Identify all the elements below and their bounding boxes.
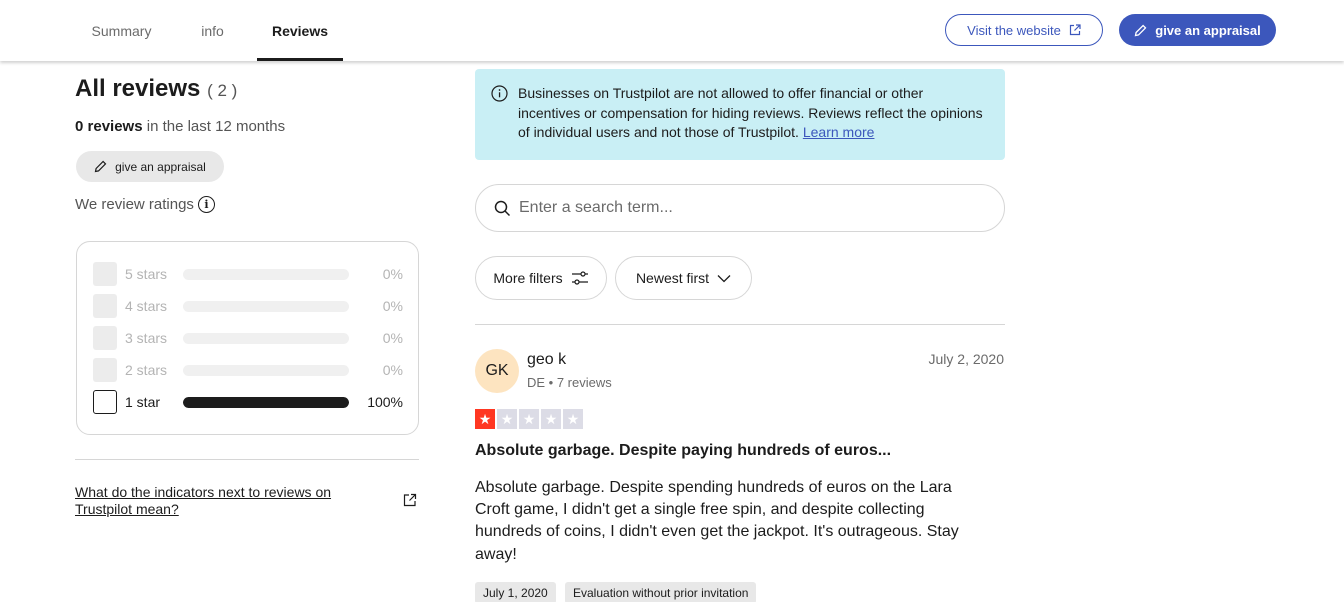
filter-sliders-icon bbox=[571, 271, 588, 285]
trustpilot-notice: Businesses on Trustpilot are not allowed… bbox=[475, 69, 1005, 160]
tab-summary[interactable]: Summary bbox=[75, 0, 168, 61]
rating-label: 3 stars bbox=[125, 330, 168, 346]
search-input[interactable] bbox=[519, 199, 959, 217]
last-12-suffix: in the last 12 months bbox=[146, 118, 286, 135]
all-reviews-title: All reviews bbox=[75, 75, 201, 102]
tab-info[interactable]: info bbox=[185, 0, 240, 61]
rating-checkbox[interactable] bbox=[93, 390, 117, 414]
experience-date-tag: July 1, 2020 bbox=[475, 582, 556, 602]
rating-label: 2 stars bbox=[125, 362, 168, 378]
learn-more-link[interactable]: Learn more bbox=[803, 124, 875, 140]
rating-bar-fill bbox=[183, 396, 349, 408]
rating-bar bbox=[183, 268, 349, 280]
notice-body: Businesses on Trustpilot are not allowed… bbox=[518, 85, 983, 140]
info-icon bbox=[491, 85, 508, 102]
top-bar: Summary info Reviews Visit the website g… bbox=[0, 0, 1344, 61]
visit-website-label: Visit the website bbox=[967, 22, 1061, 38]
invitation-tag: Evaluation without prior invitation bbox=[565, 582, 757, 602]
reviewer-name[interactable]: geo k bbox=[527, 351, 566, 369]
divider bbox=[75, 459, 419, 460]
rating-percent: 100% bbox=[367, 394, 403, 410]
reviewer-meta: DE • 7 reviews bbox=[527, 375, 612, 390]
rating-percent: 0% bbox=[382, 330, 403, 346]
review-count: ( 2 ) bbox=[207, 81, 238, 100]
external-link-icon bbox=[1069, 24, 1081, 36]
more-filters-label: More filters bbox=[493, 270, 563, 286]
rating-label: 5 stars bbox=[125, 266, 168, 282]
rating-checkbox[interactable] bbox=[93, 294, 117, 318]
rating-checkbox[interactable] bbox=[93, 262, 117, 286]
star-rating: ★ ★ ★ ★ ★ bbox=[475, 409, 583, 429]
notice-text: Businesses on Trustpilot are not allowed… bbox=[518, 84, 988, 143]
last-12-count: 0 bbox=[75, 118, 84, 135]
ratings-distribution: 5 stars 0% 4 stars 0% 3 stars 0% 2 stars 0% 1 st… bbox=[76, 241, 419, 435]
search-icon bbox=[494, 200, 511, 216]
star-icon: ★ bbox=[475, 409, 495, 429]
review-date: July 2, 2020 bbox=[928, 351, 1005, 367]
chevron-down-icon bbox=[717, 274, 731, 282]
pencil-icon bbox=[1134, 24, 1147, 36]
rating-bar bbox=[183, 300, 349, 312]
rating-bar bbox=[183, 396, 349, 408]
rating-percent: 0% bbox=[382, 266, 403, 282]
star-icon: ★ bbox=[541, 409, 561, 429]
all-reviews-heading: All reviews ( 2 ) bbox=[75, 75, 237, 103]
rating-percent: 0% bbox=[382, 362, 403, 378]
tab-reviews[interactable]: Reviews bbox=[257, 0, 343, 61]
review-title[interactable]: Absolute garbage. Despite paying hundred… bbox=[475, 442, 891, 460]
divider bbox=[475, 324, 1005, 325]
review-body: Absolute garbage. Despite spending hundr… bbox=[475, 479, 959, 563]
rating-label: 1 star bbox=[125, 394, 161, 410]
search-box bbox=[475, 184, 1005, 232]
star-icon: ★ bbox=[519, 409, 539, 429]
more-filters-button[interactable]: More filters bbox=[475, 256, 607, 300]
last-12-months-text: 0 reviews in the last 12 months bbox=[75, 118, 285, 135]
sort-label: Newest first bbox=[635, 270, 710, 286]
rating-row[interactable]: 2 stars 0% bbox=[93, 358, 403, 382]
give-appraisal-button[interactable]: give an appraisal bbox=[1119, 14, 1276, 46]
rating-bar bbox=[183, 332, 349, 344]
external-link-icon[interactable] bbox=[403, 493, 417, 507]
rating-row[interactable]: 3 stars 0% bbox=[93, 326, 403, 350]
sort-dropdown[interactable]: Newest first bbox=[615, 256, 752, 300]
star-icon: ★ bbox=[563, 409, 583, 429]
rating-row[interactable]: 4 stars 0% bbox=[93, 294, 403, 318]
star-icon: ★ bbox=[497, 409, 517, 429]
avatar[interactable]: GK bbox=[475, 349, 519, 393]
give-appraisal-small-label: give an appraisal bbox=[115, 159, 206, 174]
indicators-link[interactable]: What do the indicators next to reviews o… bbox=[75, 484, 375, 518]
rating-row[interactable]: 5 stars 0% bbox=[93, 262, 403, 286]
visit-website-button[interactable]: Visit the website bbox=[945, 14, 1103, 46]
we-review-label: We review ratings bbox=[75, 196, 194, 213]
rating-percent: 0% bbox=[382, 298, 403, 314]
give-appraisal-label: give an appraisal bbox=[1155, 22, 1261, 38]
we-review-ratings: We review ratings i bbox=[75, 196, 215, 213]
give-appraisal-small-button[interactable]: give an appraisal bbox=[76, 151, 224, 182]
info-icon[interactable]: i bbox=[197, 196, 215, 213]
rating-row[interactable]: 1 star 100% bbox=[93, 390, 403, 414]
pencil-icon bbox=[94, 160, 107, 173]
last-12-word: reviews bbox=[87, 118, 143, 135]
rating-checkbox[interactable] bbox=[93, 326, 117, 350]
rating-checkbox[interactable] bbox=[93, 358, 117, 382]
rating-label: 4 stars bbox=[125, 298, 168, 314]
rating-bar bbox=[183, 364, 349, 376]
